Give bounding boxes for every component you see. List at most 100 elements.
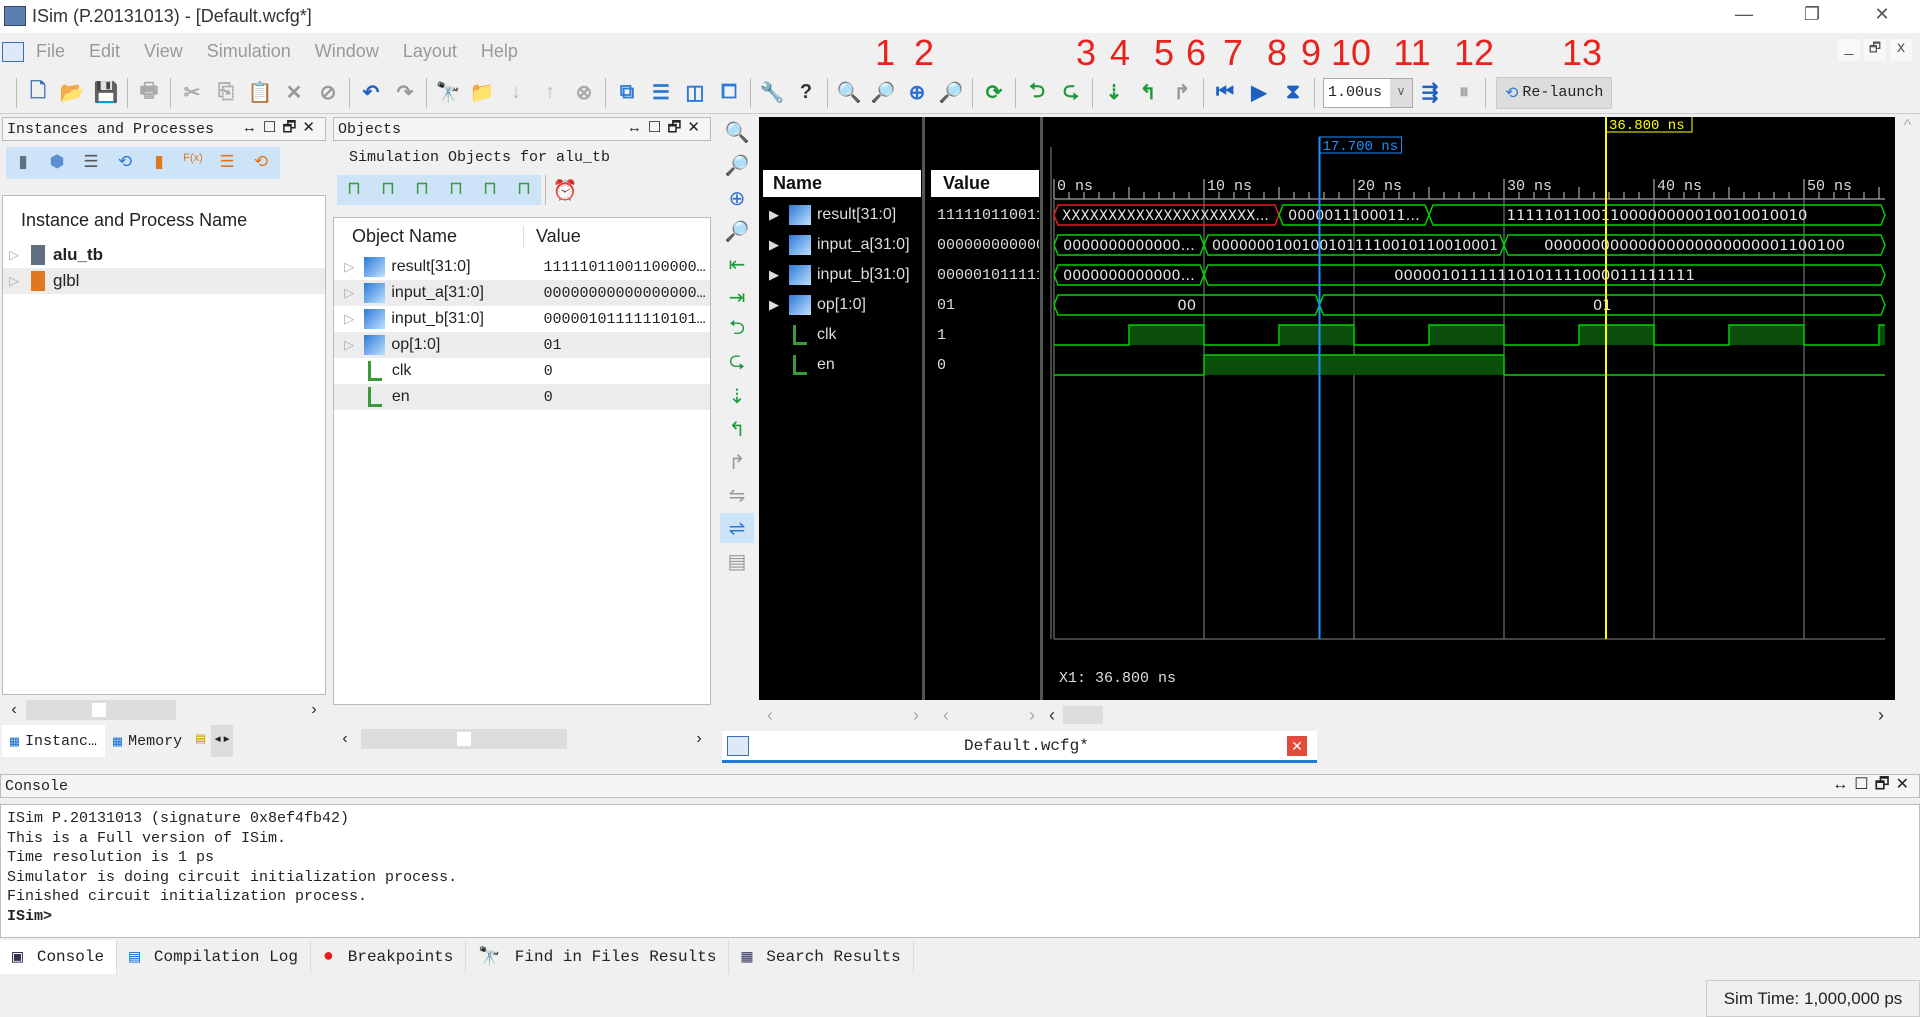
close-button[interactable]: ✕ bbox=[1862, 4, 1902, 30]
wave-signal-row[interactable]: en bbox=[759, 350, 922, 380]
wave-document-tab[interactable]: Default.wcfg* ✕ bbox=[722, 731, 1317, 763]
cascade-icon[interactable]: ⧉ bbox=[610, 77, 644, 109]
expand-icon[interactable]: ▶ bbox=[759, 267, 789, 283]
snap-icon[interactable]: ⇌ bbox=[720, 513, 754, 543]
console-output[interactable]: ISim P.20131013 (signature 0x8ef4fb42) Th… bbox=[0, 804, 1920, 938]
zoom-out-icon[interactable]: 🔎 bbox=[720, 150, 754, 180]
console-prompt[interactable]: ISim> bbox=[7, 907, 1913, 927]
zoom-to-cursor-icon[interactable]: 🔎 bbox=[934, 77, 968, 109]
step-icon[interactable]: ⇣ bbox=[1097, 77, 1131, 109]
instances-hscrollbar[interactable]: ‹ › bbox=[2, 699, 326, 721]
new-file-icon[interactable]: 🗋 bbox=[21, 77, 55, 109]
alarm-clock-icon[interactable]: ⏰ bbox=[550, 178, 580, 203]
menu-layout[interactable]: Layout bbox=[403, 41, 457, 62]
copy-icon[interactable]: ⎘ bbox=[209, 77, 243, 109]
refresh-orange-icon[interactable]: ⟲ bbox=[244, 147, 278, 179]
wave-hscrollbars[interactable]: ‹ › ‹ › ‹ › bbox=[759, 703, 1920, 727]
cube-icon[interactable]: ⬢ bbox=[40, 147, 74, 179]
menu-simulation[interactable]: Simulation bbox=[207, 41, 291, 62]
object-row[interactable]: ▷ input_a[31:0] 00000000000000000000000001… bbox=[334, 280, 710, 306]
float-window-icon[interactable]: ⧠ bbox=[712, 77, 746, 109]
waveform-plot[interactable]: 0 ns 10 ns 20 ns 30 ns 40 ns 50 ns XXXXXXXXXXX… bbox=[1049, 117, 1892, 700]
zoom-cursor-icon[interactable]: 🔎 bbox=[720, 216, 754, 246]
arrow-down-icon[interactable]: ↓ bbox=[499, 77, 533, 109]
wave-signal-row[interactable]: ▶ result[31:0] bbox=[759, 200, 922, 230]
zoom-in-icon[interactable]: 🔍 bbox=[832, 77, 866, 109]
list-icon[interactable]: ☰ bbox=[210, 147, 244, 179]
document-tab-icon[interactable]: ▤ bbox=[190, 725, 211, 757]
expand-icon[interactable]: ▷ bbox=[334, 259, 364, 275]
minimize-button[interactable]: — bbox=[1724, 4, 1764, 30]
zoom-fit-icon[interactable]: ⊕ bbox=[900, 77, 934, 109]
tab-scroll-arrows[interactable]: ◂▸ bbox=[211, 725, 234, 757]
name-column-header[interactable]: Name bbox=[763, 170, 921, 197]
wave-signal-row[interactable]: ▶ input_b[31:0] bbox=[759, 260, 922, 290]
save-icon[interactable]: 💾 bbox=[89, 77, 123, 109]
internal-filter-icon[interactable]: ⊓ bbox=[439, 175, 473, 205]
tab-memory[interactable]: ▦ Memory bbox=[105, 725, 190, 757]
mdi-close-button[interactable]: x bbox=[1890, 39, 1912, 61]
close-tab-icon[interactable]: ✕ bbox=[1287, 735, 1307, 756]
expand-icon[interactable]: ▷ bbox=[334, 285, 364, 301]
pause-icon[interactable]: ⏸ bbox=[1447, 77, 1481, 109]
run-for-time-icon[interactable]: ⧗ bbox=[1276, 77, 1310, 109]
wave-signal-row[interactable]: ▶ op[1:0] bbox=[759, 290, 922, 320]
previous-marker-icon[interactable]: ↰ bbox=[720, 414, 754, 444]
refresh-doc-icon[interactable]: ⟲ bbox=[108, 147, 142, 179]
wrench-icon[interactable]: 🔧 bbox=[755, 77, 789, 109]
step-over-icon[interactable]: ↰ bbox=[1131, 77, 1165, 109]
function-icon[interactable]: F(x) bbox=[176, 147, 210, 179]
delete-icon[interactable]: ✕ bbox=[277, 77, 311, 109]
previous-transition-icon[interactable]: ⮌ bbox=[720, 315, 754, 345]
expand-icon[interactable]: ▷ bbox=[3, 247, 25, 263]
run-step-icon[interactable]: ⇶ bbox=[1413, 77, 1447, 109]
tab-search-results[interactable]: ▦ Search Results bbox=[729, 940, 914, 974]
tab-breakpoints[interactable]: ● Breakpoints bbox=[311, 940, 467, 974]
add-marker-icon[interactable]: ⇣ bbox=[720, 381, 754, 411]
context-help-icon[interactable]: ? bbox=[789, 77, 823, 109]
paste-icon[interactable]: 📋 bbox=[243, 77, 277, 109]
disable-icon[interactable]: ⊘ bbox=[311, 77, 345, 109]
menu-help[interactable]: Help bbox=[481, 41, 518, 62]
open-folder-icon[interactable]: 📂 bbox=[55, 77, 89, 109]
stop-icon[interactable]: ⊗ bbox=[567, 77, 601, 109]
menu-view[interactable]: View bbox=[144, 41, 183, 62]
refresh-icon[interactable]: ⟳ bbox=[977, 77, 1011, 109]
next-transition-icon[interactable]: ⮎ bbox=[720, 348, 754, 378]
undo-icon[interactable]: ↶ bbox=[354, 77, 388, 109]
expand-icon[interactable]: ▶ bbox=[759, 297, 789, 313]
tree-item-alu_tb[interactable]: ▷ alu_tb bbox=[3, 242, 325, 268]
wave-vscrollbar[interactable]: ^ bbox=[1895, 117, 1920, 700]
mdi-restore-button[interactable]: 🗗 bbox=[1864, 39, 1886, 61]
constant-filter-icon[interactable]: ⊓ bbox=[473, 175, 507, 205]
expand-icon[interactable]: ▷ bbox=[334, 311, 364, 327]
run-time-value[interactable]: 1.00us bbox=[1324, 79, 1390, 107]
column-header-value[interactable]: Value bbox=[524, 226, 581, 247]
variable-filter-icon[interactable]: ⊓ bbox=[507, 175, 541, 205]
zoom-fit-icon[interactable]: ⊕ bbox=[720, 183, 754, 213]
input-filter-icon[interactable]: ⊓ bbox=[337, 175, 371, 205]
tab-compilation-log[interactable]: ▤ Compilation Log bbox=[117, 940, 311, 974]
next-transition-icon[interactable]: ⮎ bbox=[1054, 77, 1088, 109]
go-start-icon[interactable]: ⇤ bbox=[720, 249, 754, 279]
find-in-files-icon[interactable]: 📁 bbox=[465, 77, 499, 109]
object-row[interactable]: clk 0 bbox=[334, 358, 710, 384]
expand-icon[interactable]: ▶ bbox=[759, 237, 789, 253]
find-icon[interactable]: 🔭 bbox=[431, 77, 465, 109]
inout-filter-icon[interactable]: ⊓ bbox=[405, 175, 439, 205]
mdi-minimize-button[interactable]: _ bbox=[1838, 39, 1860, 61]
tile-horizontal-icon[interactable]: ☰ bbox=[644, 77, 678, 109]
menu-window[interactable]: Window bbox=[315, 41, 379, 62]
cut-icon[interactable]: ✂ bbox=[175, 77, 209, 109]
next-marker-icon[interactable]: ↱ bbox=[720, 447, 754, 477]
tab-console[interactable]: ▣ Console bbox=[0, 940, 118, 974]
swap-cursor-icon[interactable]: ⇋ bbox=[720, 480, 754, 510]
objects-hscrollbar[interactable]: ‹ › bbox=[333, 728, 711, 750]
object-row[interactable]: ▷ result[31:0] 111110110011000000000100100… bbox=[334, 254, 710, 280]
restore-button[interactable]: ❐ bbox=[1792, 4, 1832, 30]
zoom-in-icon[interactable]: 🔍 bbox=[720, 117, 754, 147]
run-all-icon[interactable]: ▶ bbox=[1242, 77, 1276, 109]
previous-transition-icon[interactable]: ⮌ bbox=[1020, 77, 1054, 109]
arrow-up-icon[interactable]: ↑ bbox=[533, 77, 567, 109]
tile-vertical-icon[interactable]: ◫ bbox=[678, 77, 712, 109]
